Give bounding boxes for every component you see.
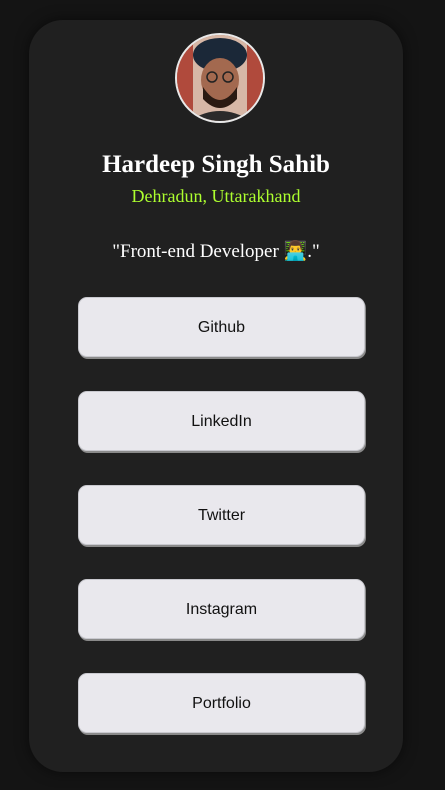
github-button[interactable]: Github	[78, 297, 365, 357]
link-list: Github LinkedIn Twitter Instagram Portfo…	[78, 297, 365, 767]
profile-location: Dehradun, Uttarakhand	[131, 186, 301, 206]
portfolio-button[interactable]: Portfolio	[78, 673, 365, 733]
profile-name: Hardeep Singh Sahib	[102, 151, 330, 178]
profile-card: Hardeep Singh Sahib Dehradun, Uttarakhan…	[29, 20, 403, 772]
twitter-button[interactable]: Twitter	[78, 485, 365, 545]
profile-bio: "Front-end Developer 👨‍💻."	[112, 241, 320, 262]
avatar	[175, 33, 265, 123]
instagram-button[interactable]: Instagram	[78, 579, 365, 639]
linkedin-button[interactable]: LinkedIn	[78, 391, 365, 451]
